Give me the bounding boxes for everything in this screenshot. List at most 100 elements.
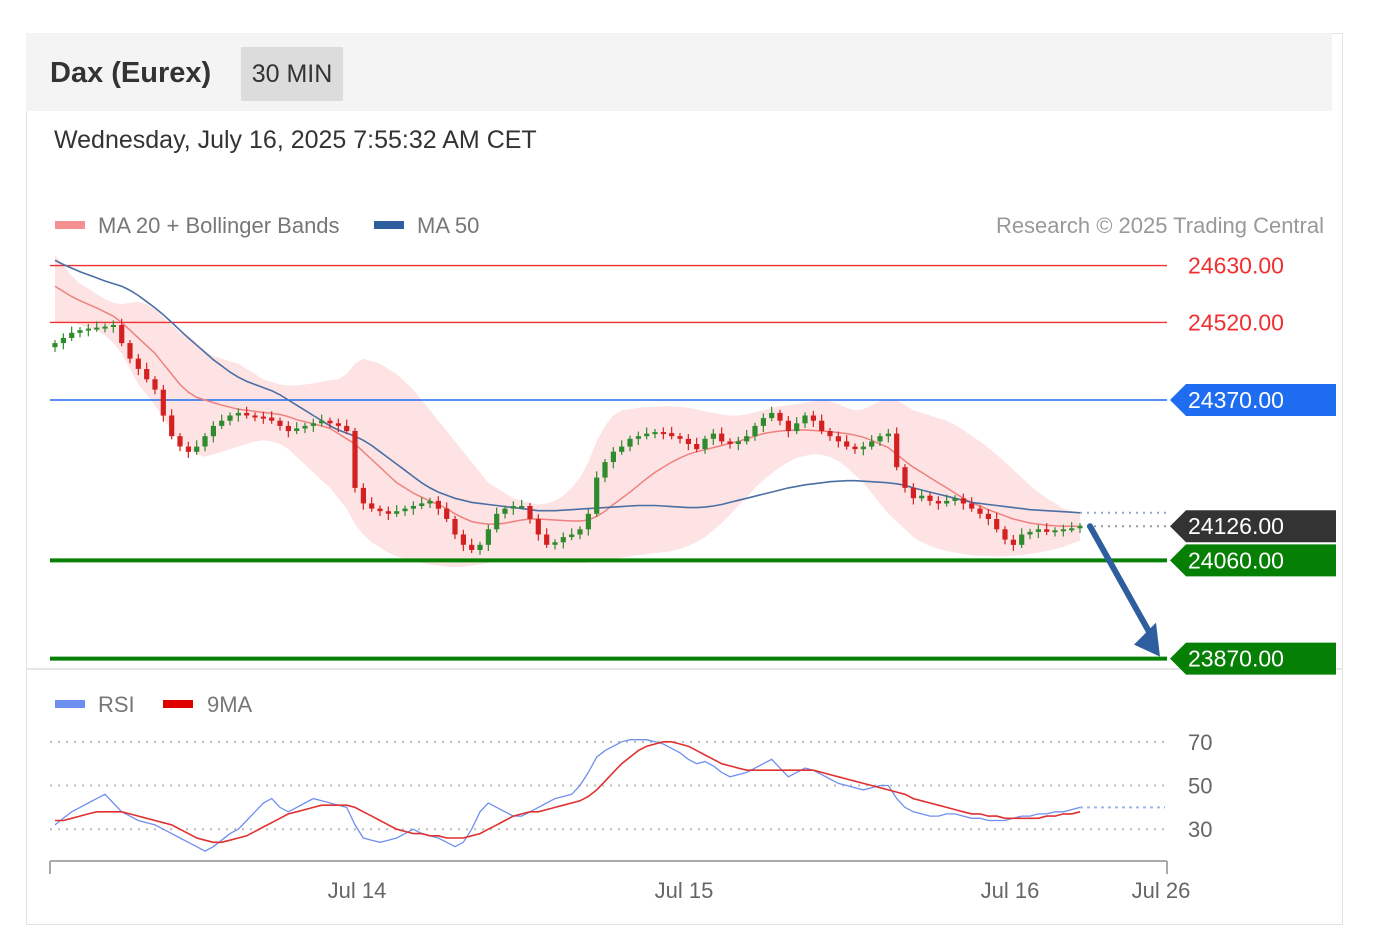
bull-candle	[760, 418, 766, 426]
bull-candle	[494, 513, 500, 530]
bear-candle	[960, 498, 966, 504]
bear-candle	[810, 415, 816, 421]
ma50-legend-swatch	[374, 221, 404, 229]
bull-candle	[1060, 529, 1066, 532]
bear-candle	[827, 431, 833, 437]
rsi-level-label-50: 50	[1188, 774, 1212, 799]
bear-candle	[385, 511, 391, 514]
x-tick-label: Jul 16	[981, 878, 1040, 903]
bull-candle	[702, 438, 708, 450]
bear-candle	[994, 519, 1000, 530]
x-tick-label: Jul 26	[1132, 878, 1191, 903]
bull-candle	[477, 544, 483, 550]
bull-candle	[594, 477, 600, 514]
bear-candle	[460, 534, 466, 545]
bull-candle	[60, 337, 66, 344]
bull-candle	[235, 412, 241, 416]
bull-candle	[560, 537, 566, 543]
bear-candle	[1044, 529, 1050, 532]
rsi-level-label-70: 70	[1188, 730, 1212, 755]
rsi-legend-label: RSI	[98, 692, 135, 717]
bull-candle	[94, 327, 100, 330]
bull-candle	[194, 446, 200, 452]
bear-candle	[727, 441, 733, 444]
bear-candle	[935, 500, 941, 504]
bear-candle	[444, 508, 450, 519]
bull-candle	[652, 432, 658, 435]
bear-candle	[719, 433, 725, 442]
bull-candle	[510, 506, 516, 509]
price-tag-24520.00: 24520.00	[1188, 309, 1284, 335]
bull-candle	[944, 500, 950, 504]
x-tick-label: Jul 15	[655, 878, 714, 903]
bear-candle	[969, 503, 975, 509]
bull-candle	[52, 343, 58, 348]
bull-candle	[210, 425, 216, 437]
bull-candle	[427, 500, 433, 504]
bull-candle	[644, 433, 650, 437]
bear-candle	[360, 487, 366, 504]
bull-candle	[85, 328, 91, 331]
x-axis-ticks: Jul 14 Jul 15 Jul 16 Jul 26	[328, 878, 1191, 903]
bear-candle	[335, 423, 341, 426]
bear-candle	[669, 433, 675, 437]
bull-candle	[794, 423, 800, 432]
bull-candle	[110, 325, 116, 327]
bear-candle	[1010, 539, 1016, 545]
bull-candle	[860, 446, 866, 450]
bull-candle	[877, 436, 883, 442]
forecast-arrow-shaft	[1087, 523, 1157, 644]
dax-chart: MA 20 + Bollinger Bands MA 50 Research ©…	[26, 213, 1343, 903]
bear-candle	[677, 436, 683, 439]
bear-candle	[277, 420, 283, 426]
bull-candle	[710, 433, 716, 439]
bull-candle	[1019, 534, 1025, 545]
ma20-legend-label: MA 20 + Bollinger Bands	[98, 213, 340, 238]
bear-candle	[244, 412, 250, 416]
bear-candle	[177, 436, 183, 447]
bull-candle	[610, 451, 616, 462]
bear-candle	[844, 441, 850, 447]
bull-candle	[319, 420, 325, 424]
price-tag-24126.00: 24126.00	[1188, 513, 1284, 539]
ma9-legend-swatch	[163, 700, 193, 708]
bear-candle	[535, 519, 541, 535]
bull-candle	[102, 326, 108, 329]
rsi-panel: 70 50 30	[50, 730, 1212, 852]
bear-candle	[1002, 529, 1008, 540]
bull-candle	[1077, 526, 1083, 529]
bull-candle	[627, 438, 633, 447]
bear-candle	[160, 389, 166, 416]
bear-candle	[777, 412, 783, 421]
bear-candle	[660, 432, 666, 435]
bull-candle	[502, 508, 508, 514]
bear-candle	[144, 369, 150, 380]
bear-candle	[369, 503, 375, 509]
ma9-legend-label: 9MA	[207, 692, 253, 717]
bear-candle	[119, 325, 125, 344]
bull-candle	[485, 529, 491, 545]
bear-candle	[169, 415, 175, 437]
bull-candle	[585, 513, 591, 530]
bull-candle	[619, 446, 625, 452]
bull-candle	[294, 428, 300, 431]
bear-candle	[852, 446, 858, 450]
price-tag-24630.00: 24630.00	[1188, 253, 1284, 279]
bull-candle	[394, 511, 400, 514]
bull-candle	[577, 529, 583, 535]
bear-candle	[377, 508, 383, 512]
bull-candle	[227, 415, 233, 421]
bull-candle	[410, 506, 416, 509]
bull-candle	[1027, 531, 1033, 535]
bear-candle	[927, 495, 933, 501]
rsi-line	[54, 739, 1081, 852]
rsi-ma9-line	[55, 741, 1081, 844]
bear-candle	[185, 446, 191, 452]
bear-candle	[352, 431, 358, 488]
bull-candle	[635, 436, 641, 439]
bull-candle	[735, 441, 741, 444]
forecast-arrow	[1087, 523, 1160, 657]
bull-candle	[519, 506, 525, 508]
price-tag-24060.00: 24060.00	[1188, 547, 1284, 573]
bull-candle	[769, 412, 775, 419]
